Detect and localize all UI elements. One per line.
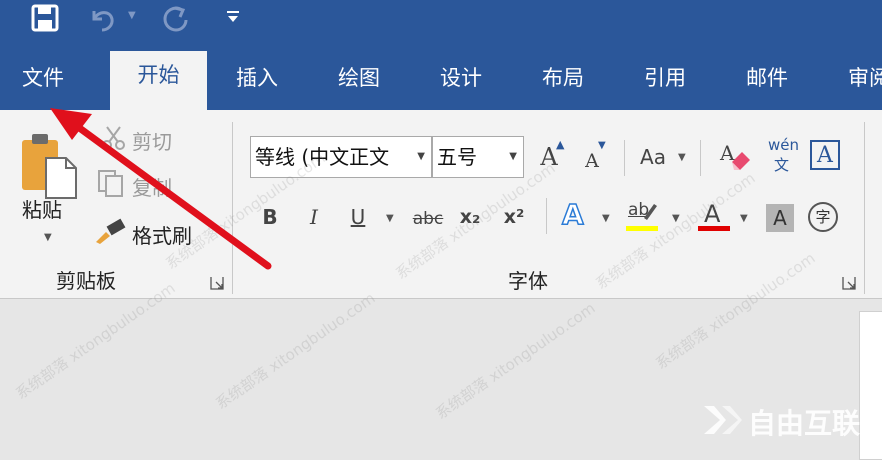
underline-button[interactable]: U bbox=[346, 202, 370, 232]
tab-layout[interactable]: 布局 bbox=[542, 62, 584, 94]
highlight-button[interactable]: ab bbox=[626, 200, 660, 234]
text-effects-button[interactable]: A bbox=[561, 197, 584, 232]
font-dialog-launcher-icon[interactable] bbox=[842, 276, 856, 290]
ribbon-tabs: 文件 开始 插入 绘图 设计 布局 引用 邮件 审阅 bbox=[0, 46, 882, 110]
paste-dropdown-icon[interactable]: ▼ bbox=[44, 232, 52, 243]
font-size-value: 五号 bbox=[437, 145, 477, 169]
tab-mailings[interactable]: 邮件 bbox=[746, 62, 788, 94]
tab-home[interactable]: 开始 bbox=[110, 51, 207, 110]
customize-qat-icon[interactable] bbox=[226, 10, 240, 24]
shrink-font-arrow-icon: ▼ bbox=[598, 140, 606, 151]
phonetic-guide-top[interactable]: wén bbox=[768, 136, 799, 154]
text-effects-dropdown-icon[interactable]: ▼ bbox=[602, 213, 610, 224]
watermark-logo: 自由互联 bbox=[700, 398, 882, 442]
copy-label[interactable]: 复制 bbox=[132, 172, 172, 201]
tab-draw[interactable]: 绘图 bbox=[338, 62, 380, 94]
underline-dropdown-icon[interactable]: ▼ bbox=[386, 213, 394, 224]
tab-file[interactable]: 文件 bbox=[22, 62, 64, 94]
redo-icon[interactable] bbox=[160, 3, 190, 33]
watermark-logo-text: 自由互联 bbox=[748, 407, 861, 440]
tab-insert[interactable]: 插入 bbox=[236, 62, 278, 94]
highlight-color-bar bbox=[626, 226, 658, 231]
format-painter-icon[interactable] bbox=[94, 218, 126, 244]
clipboard-group-label: 剪贴板 bbox=[56, 269, 116, 293]
separator bbox=[700, 140, 701, 176]
separator bbox=[624, 140, 625, 176]
font-name-dropdown[interactable]: 等线 (中文正文 ▼ bbox=[250, 136, 432, 178]
ribbon-home: 粘贴 ▼ 剪切 复制 格式刷 剪贴板 等线 (中文正文 ▼ 五号 ▼ A ▲ A… bbox=[0, 110, 882, 299]
character-border-button[interactable]: A bbox=[810, 140, 840, 170]
font-color-bar bbox=[698, 226, 730, 231]
font-size-dropdown-icon: ▼ bbox=[509, 151, 517, 162]
cut-label[interactable]: 剪切 bbox=[132, 126, 172, 155]
font-color-dropdown-icon[interactable]: ▼ bbox=[740, 213, 748, 224]
group-separator bbox=[864, 122, 865, 294]
font-size-dropdown[interactable]: 五号 ▼ bbox=[432, 136, 524, 178]
copy-icon[interactable] bbox=[96, 168, 126, 198]
character-shading-button[interactable]: A bbox=[766, 204, 794, 232]
clipboard-dialog-launcher-icon[interactable] bbox=[210, 276, 224, 290]
undo-dropdown-icon[interactable]: ▼ bbox=[128, 10, 136, 21]
italic-button[interactable]: I bbox=[302, 202, 326, 232]
grow-font-arrow-icon: ▲ bbox=[556, 138, 565, 151]
quick-access-toolbar: ▼ bbox=[0, 0, 882, 46]
tab-review[interactable]: 审阅 bbox=[848, 62, 882, 94]
tab-references[interactable]: 引用 bbox=[644, 62, 686, 94]
highlighter-pen-icon bbox=[644, 204, 657, 220]
enclose-characters-button[interactable]: 字 bbox=[808, 202, 838, 232]
cut-icon[interactable] bbox=[100, 124, 128, 152]
svg-text:A: A bbox=[719, 141, 735, 165]
separator bbox=[546, 198, 547, 234]
watermark-logo-icon bbox=[704, 406, 742, 434]
undo-icon[interactable] bbox=[86, 3, 120, 33]
paste-icon[interactable] bbox=[20, 130, 80, 200]
save-icon[interactable] bbox=[30, 3, 60, 33]
phonetic-guide-bottom[interactable]: 文 bbox=[774, 154, 789, 175]
font-name-dropdown-icon: ▼ bbox=[417, 151, 425, 162]
clear-formatting-icon[interactable]: A bbox=[718, 140, 754, 172]
change-case-dropdown-icon[interactable]: ▼ bbox=[678, 152, 686, 163]
paste-label[interactable]: 粘贴 bbox=[22, 194, 62, 223]
change-case-button[interactable]: Aa bbox=[636, 142, 670, 172]
font-group-label: 字体 bbox=[508, 269, 548, 293]
tab-design[interactable]: 设计 bbox=[440, 62, 482, 94]
